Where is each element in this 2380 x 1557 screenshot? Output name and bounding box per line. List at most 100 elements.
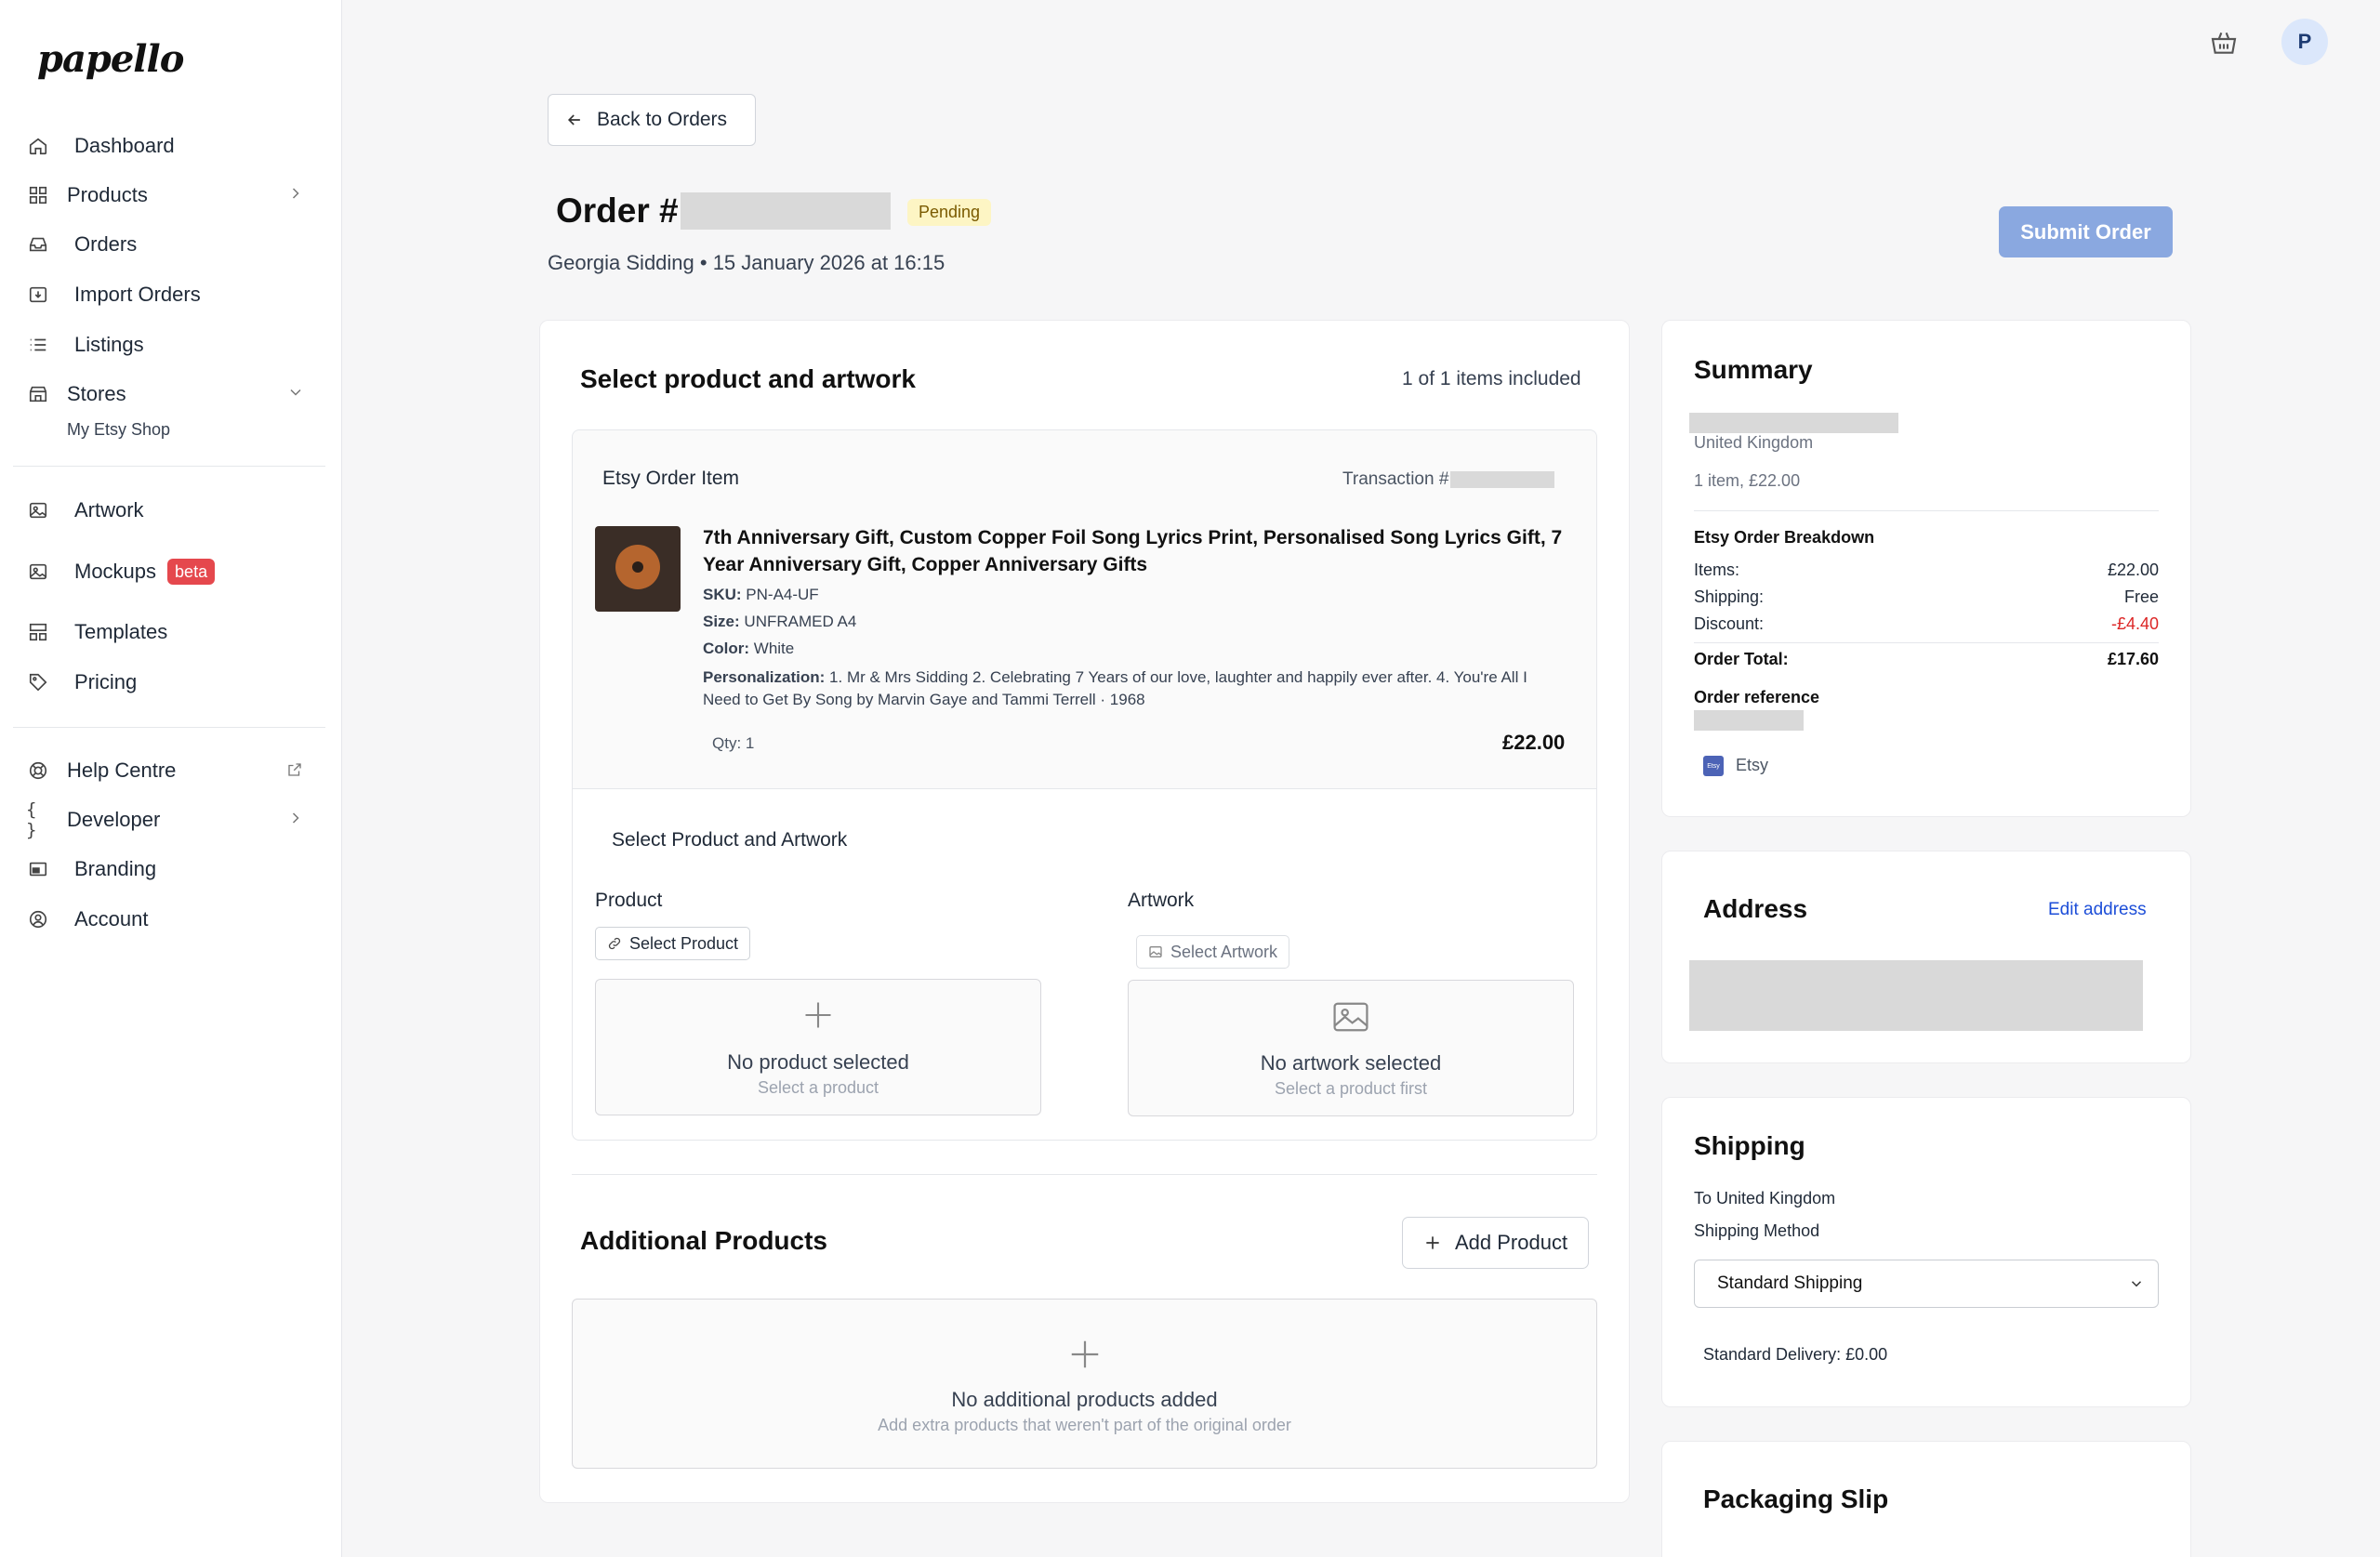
sidebar-item-label: Mockups <box>74 560 157 583</box>
list-icon <box>26 333 50 357</box>
select-section-title: Select product and artwork <box>580 364 916 393</box>
order-reference-title: Order reference <box>1694 688 1820 706</box>
section-divider <box>572 1174 1597 1175</box>
breakdown-value: -£4.40 <box>2110 614 2159 633</box>
etsy-icon: Etsy <box>1703 756 1724 776</box>
breakdown-label: Discount: <box>1694 614 1765 633</box>
sku-label: SKU: <box>703 586 742 603</box>
item-price: £22.00 <box>1502 731 1566 754</box>
item-quantity: Qty: 1 <box>712 734 755 752</box>
sidebar-item-orders[interactable]: Orders <box>26 224 316 265</box>
packaging-slip-title: Packaging Slip <box>1703 1484 1889 1513</box>
sidebar-item-label: Account <box>74 907 149 930</box>
sidebar-item-label: Products <box>67 183 148 206</box>
product-personalization: Personalization: 1. Mr & Mrs Sidding 2. … <box>703 666 1558 711</box>
order-title-prefix: Order # <box>556 191 679 230</box>
mockup-icon <box>26 560 50 584</box>
basket-icon[interactable] <box>2209 28 2239 62</box>
summary-items-line: 1 item, £22.00 <box>1694 471 1801 490</box>
back-to-orders-label: Back to Orders <box>597 109 728 130</box>
select-product-label: Select Product <box>629 933 739 953</box>
sidebar-item-label: Stores <box>67 382 126 405</box>
artwork-label: Artwork <box>1128 890 1195 911</box>
product-sku: SKU: PN-A4-UF <box>703 586 819 604</box>
sidebar-item-products[interactable]: Products <box>26 175 316 216</box>
submit-order-button[interactable]: Submit Order <box>1999 206 2173 257</box>
sidebar-item-help-centre[interactable]: Help Centre <box>26 750 316 791</box>
product-label: Product <box>595 890 663 911</box>
chevron-right-icon <box>286 809 309 831</box>
product-name: 7th Anniversary Gift, Custom Copper Foil… <box>703 527 1563 575</box>
user-circle-icon <box>26 907 50 931</box>
sidebar: papello Dashboard Products Orders Import… <box>0 0 342 1557</box>
redacted-address <box>1689 960 2143 1031</box>
back-to-orders-button[interactable]: Back to Orders <box>548 94 756 146</box>
items-included-count: 1 of 1 items included <box>1402 368 1581 389</box>
add-product-label: Add Product <box>1455 1231 1568 1254</box>
select-artwork-button[interactable]: Select Artwork <box>1136 935 1290 969</box>
sidebar-item-import-orders[interactable]: Import Orders <box>26 274 316 315</box>
order-total-row: Order Total: £17.60 <box>1694 650 2159 669</box>
code-braces-icon: { } <box>26 799 37 840</box>
sidebar-item-pricing[interactable]: Pricing <box>26 662 316 703</box>
product-color: Color: White <box>703 640 794 658</box>
breakdown-label: Shipping: <box>1694 587 1765 606</box>
chevron-down-icon <box>2128 1275 2145 1298</box>
plus-icon <box>1426 1236 1439 1249</box>
add-product-button[interactable]: Add Product <box>1402 1217 1589 1269</box>
shipping-method-value: Standard Shipping <box>1717 1273 1863 1293</box>
order-item-source: Etsy Order Item <box>602 468 740 489</box>
transaction-id: Transaction # <box>1342 469 1555 490</box>
size-value: UNFRAMED A4 <box>744 613 857 630</box>
sidebar-item-dashboard[interactable]: Dashboard <box>26 125 316 166</box>
sidebar-divider <box>13 727 325 728</box>
order-total-label: Order Total: <box>1694 650 1789 668</box>
link-icon <box>608 937 621 950</box>
image-placeholder-icon <box>1331 999 1370 1039</box>
image-icon <box>26 498 50 522</box>
sidebar-item-templates[interactable]: Templates <box>26 612 316 653</box>
sidebar-item-stores[interactable]: Stores <box>26 374 316 415</box>
select-artwork-label: Select Artwork <box>1170 942 1278 961</box>
plus-icon <box>1067 1337 1103 1377</box>
status-badge: Pending <box>907 199 992 226</box>
sidebar-item-account[interactable]: Account <box>26 899 316 940</box>
product-size: Size: UNFRAMED A4 <box>703 613 856 631</box>
sidebar-item-listings[interactable]: Listings <box>26 324 316 365</box>
shipping-method-select[interactable]: Standard Shipping <box>1694 1260 2159 1308</box>
sidebar-item-branding[interactable]: Branding <box>26 849 316 890</box>
summary-country: United Kingdom <box>1694 433 1814 452</box>
chevron-down-icon <box>286 383 309 405</box>
sidebar-item-label: Developer <box>67 808 161 831</box>
avatar[interactable]: P <box>2281 19 2328 65</box>
redacted-customer-name <box>1689 413 1898 433</box>
sidebar-item-developer[interactable]: { } Developer <box>26 799 316 840</box>
select-product-button[interactable]: Select Product <box>595 927 751 960</box>
sidebar-item-mockups[interactable]: Mockups beta <box>26 551 316 592</box>
sidebar-subitem-my-etsy-shop[interactable]: My Etsy Shop <box>67 420 170 440</box>
branding-icon <box>26 857 50 881</box>
additional-products-title: Additional Products <box>580 1226 827 1255</box>
size-label: Size: <box>703 613 740 630</box>
shipping-title: Shipping <box>1694 1131 1805 1160</box>
sidebar-item-label: Pricing <box>74 670 138 693</box>
sidebar-item-label: Dashboard <box>74 134 175 157</box>
breakdown-row-items: Items: £22.00 <box>1694 561 2159 580</box>
redacted-order-number <box>680 192 891 230</box>
sidebar-divider <box>13 466 325 467</box>
arrow-left-icon <box>567 114 580 125</box>
shipping-method-label: Shipping Method <box>1694 1221 1820 1240</box>
brand-logo[interactable]: papello <box>37 37 184 81</box>
edit-address-link[interactable]: Edit address <box>2048 900 2147 920</box>
import-icon <box>26 283 50 307</box>
product-thumbnail <box>595 526 681 612</box>
external-link-icon <box>286 759 309 782</box>
redacted-transaction-number <box>1450 471 1555 488</box>
lifebuoy-icon <box>26 759 50 783</box>
breakdown-value: £22.00 <box>2107 561 2159 579</box>
summary-title: Summary <box>1694 355 1813 384</box>
sidebar-item-label: Help Centre <box>67 759 177 782</box>
sidebar-item-artwork[interactable]: Artwork <box>26 490 316 531</box>
summary-divider <box>1694 510 2159 511</box>
address-title: Address <box>1703 894 1808 923</box>
